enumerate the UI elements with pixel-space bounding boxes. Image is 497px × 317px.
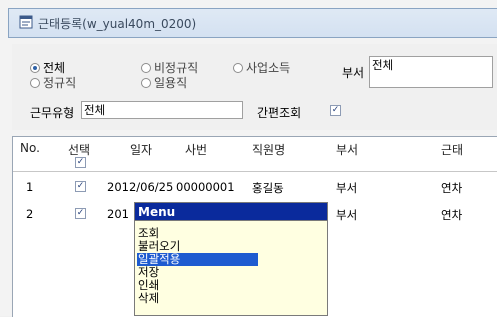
header-emp-id: 사번 — [185, 143, 208, 157]
window: 근태등록(w_yual40m_0200) 전체 비정규직 사업소득 정규직 일용… — [0, 0, 497, 317]
worktype-field[interactable]: 전체 — [81, 101, 243, 119]
menu-item-delete[interactable]: 삭제 — [137, 292, 159, 305]
radio-label: 일용직 — [154, 76, 188, 90]
radio-business-income[interactable]: 사업소득 — [233, 59, 290, 76]
cell-date: 2012/06/25 — [107, 180, 174, 194]
cell-name: 홍길동 — [252, 181, 284, 195]
row-checkbox[interactable]: ✓ — [75, 208, 86, 219]
dept-field[interactable]: 전체 — [369, 56, 493, 88]
search-panel: 전체 비정규직 사업소득 정규직 일용직 부서 전체 근무유형 전체 간편조회 … — [12, 44, 497, 130]
dept-label: 부서 — [342, 66, 365, 80]
cell-attendance: 연차 — [441, 208, 463, 222]
cell-dept: 부서 — [336, 208, 358, 222]
row-checkbox[interactable]: ✓ — [75, 181, 86, 192]
radio-daily[interactable]: 일용직 — [141, 74, 187, 91]
quick-search-label: 간편조회 — [257, 106, 302, 120]
header-dept: 부서 — [336, 143, 359, 157]
header-select: 선택 — [68, 143, 91, 157]
select-all-checkbox[interactable]: ✓ — [75, 157, 86, 168]
radio-dot — [141, 77, 151, 88]
window-title: 근태등록(w_yual40m_0200) — [38, 17, 197, 31]
cell-dept: 부서 — [336, 181, 358, 195]
cell-emp-id: 00000001 — [176, 180, 235, 194]
context-menu-title: Menu — [135, 203, 327, 221]
cell-date: 201 — [107, 207, 129, 221]
radio-dot — [233, 62, 243, 73]
cell-no: 1 — [26, 180, 34, 194]
title-bar[interactable]: 근태등록(w_yual40m_0200) — [8, 8, 497, 38]
table-row[interactable]: 1 ✓ 2012/06/25 00000001 홍길동 부서 연차 — [13, 176, 497, 198]
header-name: 직원명 — [252, 143, 286, 157]
window-doc-icon — [19, 15, 33, 29]
radio-label: 정규직 — [43, 76, 77, 90]
cell-no: 2 — [26, 207, 34, 221]
radio-label: 사업소득 — [246, 61, 291, 75]
header-no: No. — [20, 141, 40, 155]
context-menu: Menu 조회 불러오기 일괄적용 저장 인쇄 삭제 — [134, 202, 328, 316]
worktype-label: 근무유형 — [30, 106, 75, 120]
grid-header: No. 선택 ✓ 일자 사번 직원명 부서 근태 — [13, 137, 497, 172]
header-attendance: 근태 — [441, 143, 464, 157]
radio-dot — [141, 62, 151, 73]
radio-regular[interactable]: 정규직 — [30, 74, 76, 91]
cell-attendance: 연차 — [441, 181, 463, 195]
quick-search-checkbox[interactable]: ✓ — [330, 105, 341, 116]
header-date: 일자 — [130, 143, 153, 157]
radio-dot — [30, 77, 40, 88]
radio-dot — [30, 62, 40, 73]
